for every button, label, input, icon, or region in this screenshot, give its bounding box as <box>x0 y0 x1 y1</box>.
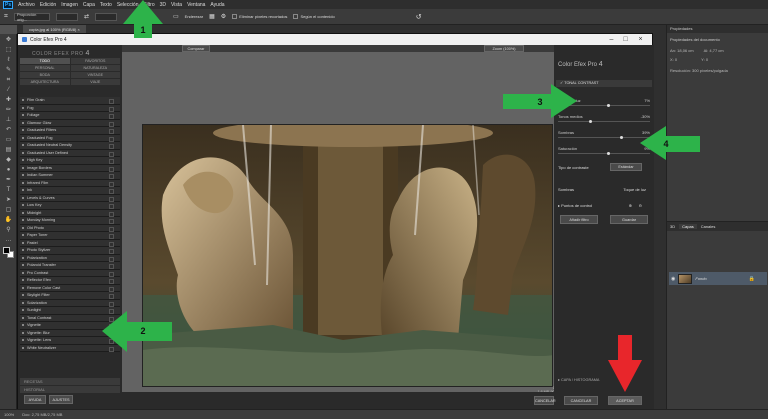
annotation-arrow-3: 3 <box>503 84 577 118</box>
annotation-label-2: 2 <box>140 326 145 336</box>
foreground-color[interactable] <box>3 247 10 254</box>
annotation-arrow-1: 1 <box>123 0 163 38</box>
annotation-arrow-4: 4 <box>640 126 700 160</box>
annotation-arrow-red <box>608 335 642 392</box>
annotation-label-3: 3 <box>537 97 542 107</box>
annotation-overlay: 1 2 3 4 <box>102 0 700 392</box>
annotation-label-4: 4 <box>663 139 668 149</box>
annotation-arrow-2: 2 <box>102 311 172 352</box>
annotation-label-1: 1 <box>140 25 145 35</box>
